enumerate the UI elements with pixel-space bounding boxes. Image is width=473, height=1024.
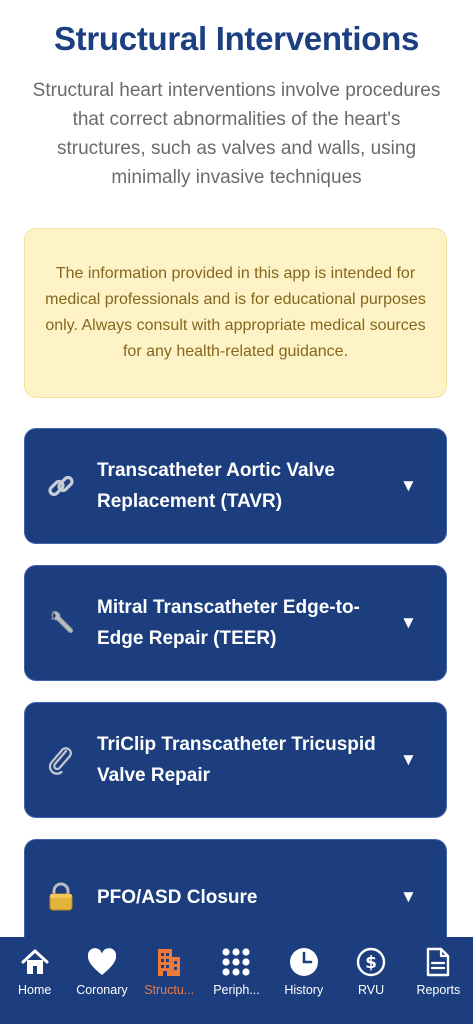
dollar-icon: $ (355, 946, 387, 978)
tab-label: Coronary (76, 983, 128, 997)
procedure-card-label: Mitral Transcatheter Edge-to-Edge Repair… (97, 597, 360, 649)
disclaimer-text: The information provided in this app is … (45, 265, 426, 360)
content-scroll-area[interactable]: Structural Interventions Structural hear… (0, 0, 473, 937)
tab-rvu[interactable]: $ RVU (337, 937, 404, 1024)
lock-icon (25, 882, 97, 912)
tab-label: Structu... (144, 983, 195, 997)
disclaimer-box: The information provided in this app is … (24, 228, 447, 398)
tab-home[interactable]: Home (1, 937, 68, 1024)
tab-history[interactable]: History (270, 937, 337, 1024)
paperclip-icon (25, 745, 97, 775)
heart-icon (86, 946, 118, 978)
procedure-card-label: Transcatheter Aortic Valve Replacement (… (97, 460, 335, 512)
chevron-down-icon: ▼ (400, 750, 417, 769)
bottom-tab-bar: Home Coronary Structu... Periph... Histo… (0, 937, 473, 1024)
procedure-card-pfo-asd[interactable]: PFO/ASD Closure ▼ (24, 839, 447, 937)
svg-text:$: $ (365, 953, 377, 973)
page-title: Structural Interventions (53, 20, 420, 57)
procedure-card-label: PFO/ASD Closure (97, 886, 258, 908)
home-icon (19, 946, 51, 978)
procedure-card-triclip[interactable]: TriClip Transcatheter Tricuspid Valve Re… (24, 702, 447, 818)
chevron-down-icon: ▼ (400, 476, 417, 495)
tab-reports[interactable]: Reports (405, 937, 472, 1024)
procedure-card-tavr[interactable]: Transcatheter Aortic Valve Replacement (… (24, 428, 447, 544)
document-icon (422, 946, 454, 978)
tab-label: History (284, 983, 324, 997)
tab-structural[interactable]: Structu... (136, 937, 203, 1024)
clock-icon (288, 946, 320, 978)
tab-peripheral[interactable]: Periph... (203, 937, 270, 1024)
procedure-card-label: TriClip Transcatheter Tricuspid Valve Re… (97, 734, 376, 786)
link-icon (25, 471, 97, 501)
grid-icon (220, 946, 252, 978)
wrench-icon (25, 608, 97, 638)
procedure-card-teer[interactable]: Mitral Transcatheter Edge-to-Edge Repair… (24, 565, 447, 681)
tab-label: Reports (416, 983, 461, 997)
tab-label: RVU (357, 983, 385, 997)
tab-label: Home (17, 983, 52, 997)
page-subtitle: Structural heart interventions involve p… (32, 80, 441, 188)
chevron-down-icon: ▼ (400, 887, 417, 906)
tab-coronary[interactable]: Coronary (68, 937, 135, 1024)
building-icon (153, 946, 185, 978)
tab-label: Periph... (213, 983, 260, 997)
chevron-down-icon: ▼ (400, 613, 417, 632)
